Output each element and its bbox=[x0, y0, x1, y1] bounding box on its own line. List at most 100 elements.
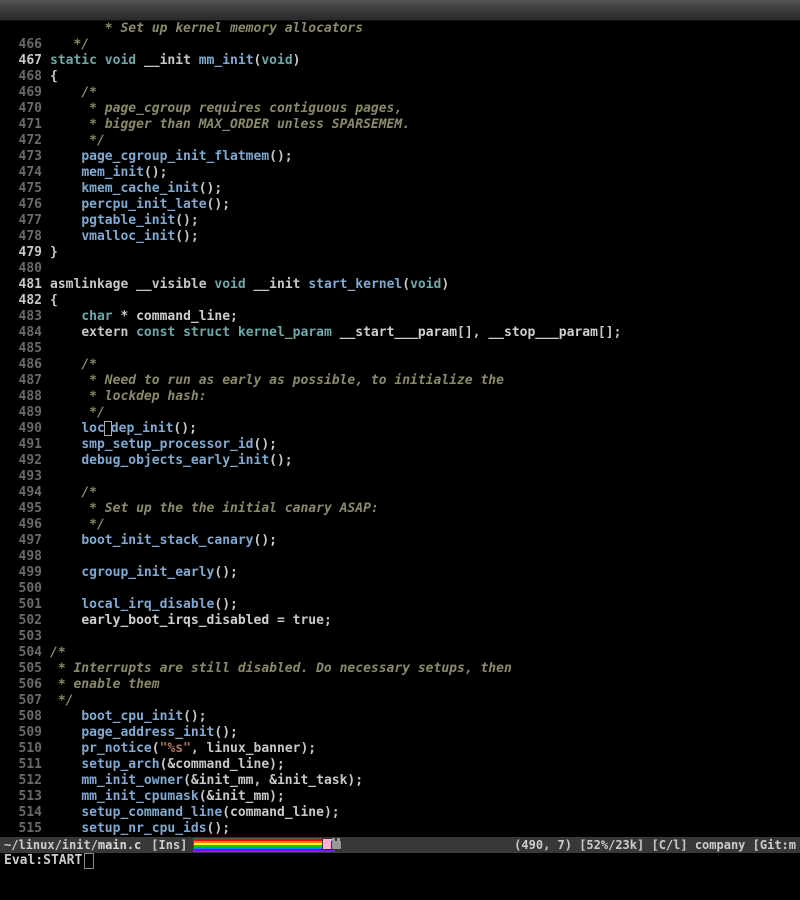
code-line[interactable]: 495 * Set up the the initial canary ASAP… bbox=[0, 501, 800, 517]
line-content[interactable] bbox=[50, 469, 800, 485]
code-line[interactable]: 472 */ bbox=[0, 133, 800, 149]
line-content[interactable] bbox=[50, 549, 800, 565]
line-content[interactable]: smp_setup_processor_id(); bbox=[50, 437, 800, 453]
code-line[interactable]: 476 percpu_init_late(); bbox=[0, 197, 800, 213]
line-content[interactable]: * Set up kernel memory allocators bbox=[50, 21, 800, 37]
line-content[interactable]: */ bbox=[50, 37, 800, 53]
line-content[interactable]: /* bbox=[50, 357, 800, 373]
code-line[interactable]: 489 */ bbox=[0, 405, 800, 421]
line-content[interactable]: locdep_init(); bbox=[50, 421, 800, 437]
line-content[interactable]: * Need to run as early as possible, to i… bbox=[50, 373, 800, 389]
line-content[interactable]: * lockdep hash: bbox=[50, 389, 800, 405]
line-content[interactable]: page_address_init(); bbox=[50, 725, 800, 741]
minibuffer[interactable]: Eval: START bbox=[0, 853, 800, 869]
code-line[interactable]: 503 bbox=[0, 629, 800, 645]
code-line[interactable]: 515 setup_nr_cpu_ids(); bbox=[0, 821, 800, 837]
code-line[interactable]: 478 vmalloc_init(); bbox=[0, 229, 800, 245]
code-line[interactable]: 485 bbox=[0, 341, 800, 357]
code-area[interactable]: * Set up kernel memory allocators466 */4… bbox=[0, 21, 800, 869]
minibuffer-input[interactable]: START bbox=[43, 853, 82, 869]
code-line[interactable]: 511 setup_arch(&command_line); bbox=[0, 757, 800, 773]
line-content[interactable]: /* bbox=[50, 85, 800, 101]
code-line[interactable]: 480 bbox=[0, 261, 800, 277]
line-content[interactable]: percpu_init_late(); bbox=[50, 197, 800, 213]
code-line[interactable]: 496 */ bbox=[0, 517, 800, 533]
code-line[interactable]: 475 kmem_cache_init(); bbox=[0, 181, 800, 197]
line-content[interactable] bbox=[50, 341, 800, 357]
line-content[interactable]: /* bbox=[50, 485, 800, 501]
line-content[interactable]: boot_init_stack_canary(); bbox=[50, 533, 800, 549]
code-line[interactable]: 502 early_boot_irqs_disabled = true; bbox=[0, 613, 800, 629]
line-content[interactable]: extern const struct kernel_param __start… bbox=[50, 325, 800, 341]
code-line[interactable]: 513 mm_init_cpumask(&init_mm); bbox=[0, 789, 800, 805]
line-content[interactable] bbox=[50, 629, 800, 645]
line-content[interactable]: local_irq_disable(); bbox=[50, 597, 800, 613]
code-line[interactable]: 509 page_address_init(); bbox=[0, 725, 800, 741]
code-line[interactable]: 482{ bbox=[0, 293, 800, 309]
code-line[interactable]: 484 extern const struct kernel_param __s… bbox=[0, 325, 800, 341]
code-line[interactable]: 467static void __init mm_init(void) bbox=[0, 53, 800, 69]
code-line[interactable]: 497 boot_init_stack_canary(); bbox=[0, 533, 800, 549]
code-line[interactable]: 514 setup_command_line(command_line); bbox=[0, 805, 800, 821]
line-content[interactable]: mem_init(); bbox=[50, 165, 800, 181]
line-content[interactable]: pgtable_init(); bbox=[50, 213, 800, 229]
line-content[interactable]: * page_cgroup requires contiguous pages, bbox=[50, 101, 800, 117]
editor-viewport[interactable]: * Set up kernel memory allocators466 */4… bbox=[0, 21, 800, 869]
line-content[interactable]: page_cgroup_init_flatmem(); bbox=[50, 149, 800, 165]
code-line[interactable]: 470 * page_cgroup requires contiguous pa… bbox=[0, 101, 800, 117]
code-line[interactable]: 500 bbox=[0, 581, 800, 597]
line-content[interactable]: mm_init_owner(&init_mm, &init_task); bbox=[50, 773, 800, 789]
code-line[interactable]: * Set up kernel memory allocators bbox=[0, 21, 800, 37]
code-line[interactable]: 499 cgroup_init_early(); bbox=[0, 565, 800, 581]
code-line[interactable]: 473 page_cgroup_init_flatmem(); bbox=[0, 149, 800, 165]
line-content[interactable]: */ bbox=[50, 517, 800, 533]
line-content[interactable]: { bbox=[50, 69, 800, 85]
code-line[interactable]: 493 bbox=[0, 469, 800, 485]
line-content[interactable]: * Interrupts are still disabled. Do nece… bbox=[50, 661, 800, 677]
code-line[interactable]: 481asmlinkage __visible void __init star… bbox=[0, 277, 800, 293]
line-content[interactable]: */ bbox=[50, 133, 800, 149]
code-line[interactable]: 471 * bigger than MAX_ORDER unless SPARS… bbox=[0, 117, 800, 133]
code-line[interactable]: 466 */ bbox=[0, 37, 800, 53]
code-line[interactable]: 468{ bbox=[0, 69, 800, 85]
line-content[interactable]: /* bbox=[50, 645, 800, 661]
code-line[interactable]: 498 bbox=[0, 549, 800, 565]
code-line[interactable]: 508 boot_cpu_init(); bbox=[0, 709, 800, 725]
code-line[interactable]: 483 char * command_line; bbox=[0, 309, 800, 325]
code-line[interactable]: 501 local_irq_disable(); bbox=[0, 597, 800, 613]
line-content[interactable]: mm_init_cpumask(&init_mm); bbox=[50, 789, 800, 805]
line-content[interactable]: char * command_line; bbox=[50, 309, 800, 325]
code-line[interactable]: 494 /* bbox=[0, 485, 800, 501]
line-content[interactable]: setup_command_line(command_line); bbox=[50, 805, 800, 821]
code-line[interactable]: 507 */ bbox=[0, 693, 800, 709]
code-line[interactable]: 510 pr_notice("%s", linux_banner); bbox=[0, 741, 800, 757]
line-content[interactable]: { bbox=[50, 293, 800, 309]
line-content[interactable]: cgroup_init_early(); bbox=[50, 565, 800, 581]
code-line[interactable]: 512 mm_init_owner(&init_mm, &init_task); bbox=[0, 773, 800, 789]
code-line[interactable]: 477 pgtable_init(); bbox=[0, 213, 800, 229]
line-content[interactable]: vmalloc_init(); bbox=[50, 229, 800, 245]
code-line[interactable]: 505 * Interrupts are still disabled. Do … bbox=[0, 661, 800, 677]
line-content[interactable]: debug_objects_early_init(); bbox=[50, 453, 800, 469]
line-content[interactable]: } bbox=[50, 245, 800, 261]
line-content[interactable]: kmem_cache_init(); bbox=[50, 181, 800, 197]
line-content[interactable] bbox=[50, 261, 800, 277]
code-line[interactable]: 491 smp_setup_processor_id(); bbox=[0, 437, 800, 453]
window-titlebar[interactable] bbox=[0, 0, 800, 21]
code-line[interactable]: 504/* bbox=[0, 645, 800, 661]
line-content[interactable]: setup_nr_cpu_ids(); bbox=[50, 821, 800, 837]
line-content[interactable]: */ bbox=[50, 405, 800, 421]
code-line[interactable]: 474 mem_init(); bbox=[0, 165, 800, 181]
line-content[interactable]: static void __init mm_init(void) bbox=[50, 53, 800, 69]
line-content[interactable]: * bigger than MAX_ORDER unless SPARSEMEM… bbox=[50, 117, 800, 133]
code-line[interactable]: 479} bbox=[0, 245, 800, 261]
code-line[interactable]: 488 * lockdep hash: bbox=[0, 389, 800, 405]
line-content[interactable]: boot_cpu_init(); bbox=[50, 709, 800, 725]
line-content[interactable]: * enable them bbox=[50, 677, 800, 693]
code-line[interactable]: 506 * enable them bbox=[0, 677, 800, 693]
line-content[interactable]: asmlinkage __visible void __init start_k… bbox=[50, 277, 800, 293]
code-line[interactable]: 492 debug_objects_early_init(); bbox=[0, 453, 800, 469]
line-content[interactable]: pr_notice("%s", linux_banner); bbox=[50, 741, 800, 757]
code-line[interactable]: 490 locdep_init(); bbox=[0, 421, 800, 437]
code-line[interactable]: 486 /* bbox=[0, 357, 800, 373]
